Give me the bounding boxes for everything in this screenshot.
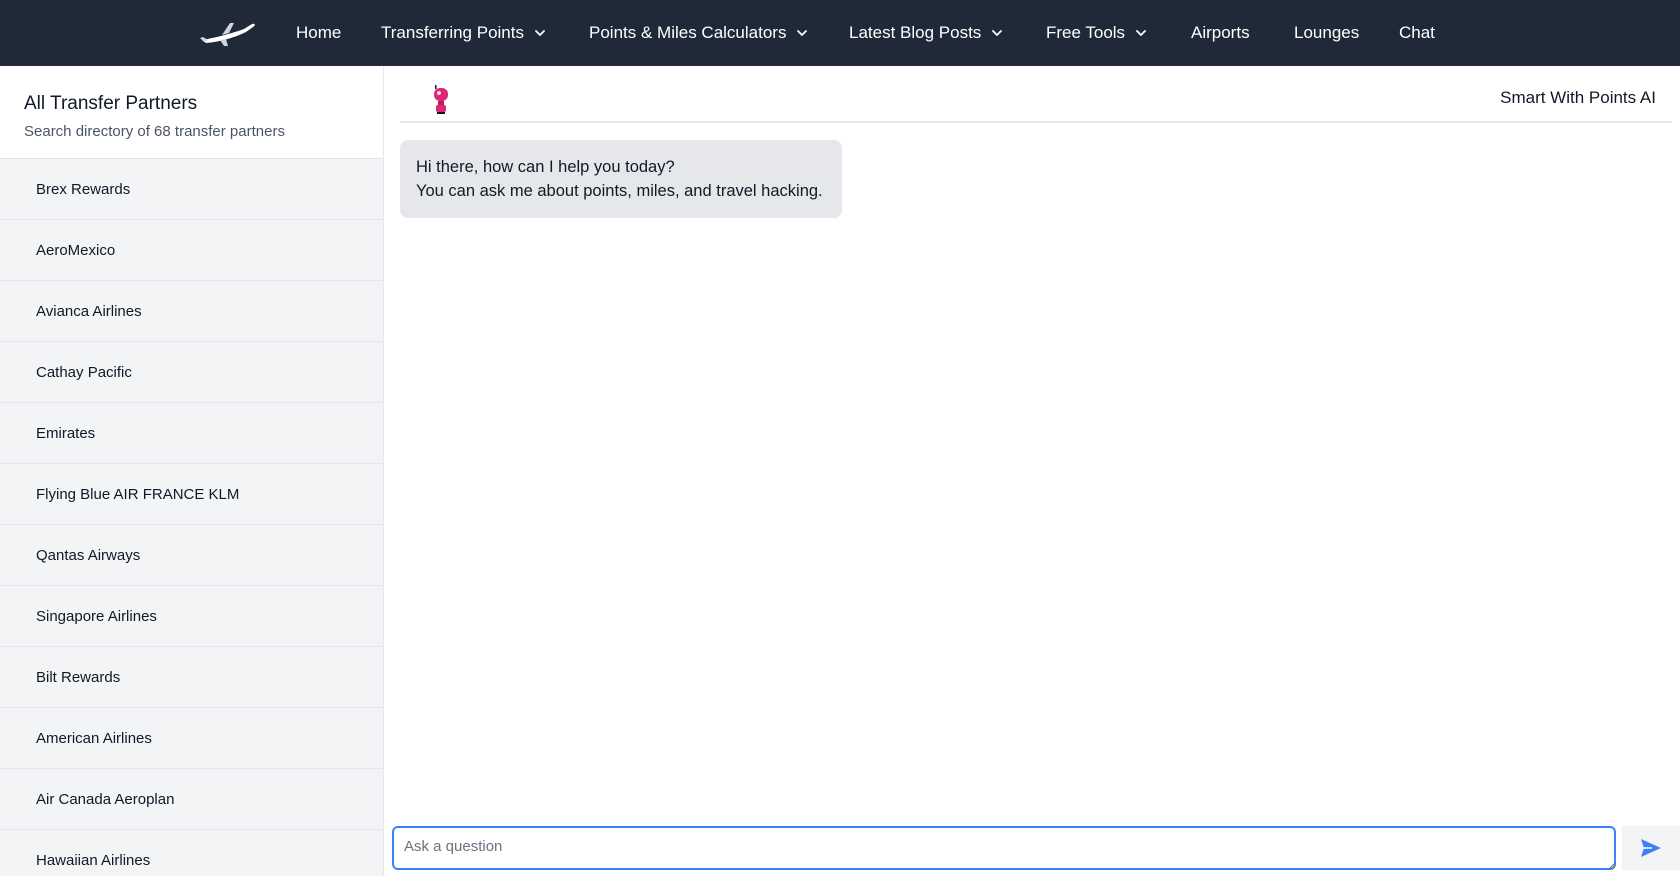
partner-label: Bilt Rewards	[36, 668, 121, 686]
partner-label: AeroMexico	[36, 241, 116, 259]
partner-item-air-canada[interactable]: Air Canada Aeroplan	[0, 769, 383, 830]
partner-item-cathay-pacific[interactable]: Cathay Pacific	[0, 342, 383, 403]
nav-airports[interactable]: Airports	[1191, 0, 1250, 66]
top-navbar: Home Transferring Points Points & Miles …	[0, 0, 1680, 66]
partner-label: Qantas Airways	[36, 546, 141, 564]
chevron-down-icon	[797, 30, 808, 36]
partner-label: Air Canada Aeroplan	[36, 790, 175, 808]
nav-lounges[interactable]: Lounges	[1294, 0, 1359, 66]
partner-item-bilt-rewards[interactable]: Bilt Rewards	[0, 647, 383, 708]
sidebar-title: All Transfer Partners	[24, 93, 198, 114]
nav-lounges-label: Lounges	[1294, 23, 1360, 42]
partner-label: Flying Blue AIR FRANCE KLM	[36, 485, 240, 503]
chevron-down-icon	[535, 30, 545, 36]
chat-question-input[interactable]	[392, 826, 1616, 870]
nav-chat-label: Chat	[1399, 23, 1435, 42]
nav-blog-posts-label: Latest Blog Posts	[849, 23, 982, 42]
partner-item-avianca[interactable]: Avianca Airlines	[0, 281, 383, 342]
chat-panel: Smart With Points AI Hi there, how can I…	[384, 66, 1680, 876]
nav-transferring-points-label: Transferring Points	[381, 23, 524, 42]
nav-free-tools[interactable]: Free Tools	[1046, 0, 1148, 66]
send-icon	[1641, 839, 1661, 857]
resize-handle-icon[interactable]	[1606, 860, 1616, 870]
partner-label: Singapore Airlines	[36, 607, 157, 625]
partner-item-qantas[interactable]: Qantas Airways	[0, 525, 383, 586]
assistant-message-line: You can ask me about points, miles, and …	[416, 182, 823, 200]
send-button[interactable]	[1622, 826, 1680, 870]
robot-avatar-icon	[434, 85, 448, 114]
chevron-down-icon	[1136, 30, 1146, 36]
nav-calculators[interactable]: Points & Miles Calculators	[589, 0, 809, 66]
assistant-message-line: Hi there, how can I help you today?	[416, 158, 675, 176]
chat-title: Smart With Points AI	[1500, 88, 1656, 107]
chat-header: Smart With Points AI	[400, 66, 1672, 123]
nav-airports-label: Airports	[1191, 23, 1250, 42]
sidebar-subtitle: Search directory of 68 transfer partners	[24, 123, 285, 140]
partner-label: Hawaiian Airlines	[36, 851, 151, 869]
nav-calculators-label: Points & Miles Calculators	[589, 23, 787, 42]
partner-item-flying-blue[interactable]: Flying Blue AIR FRANCE KLM	[0, 464, 383, 525]
nav-home-label: Home	[296, 23, 342, 42]
partner-item-hawaiian-airlines[interactable]: Hawaiian Airlines	[0, 830, 383, 876]
airplane-logo-icon[interactable]	[200, 18, 256, 48]
chevron-down-icon	[992, 30, 1003, 36]
partner-item-aeromexico[interactable]: AeroMexico	[0, 220, 383, 281]
partner-item-brex-rewards[interactable]: Brex Rewards	[0, 159, 383, 220]
partner-item-emirates[interactable]: Emirates	[0, 403, 383, 464]
partner-label: American Airlines	[36, 729, 152, 747]
transfer-partners-sidebar: All Transfer Partners Search directory o…	[0, 66, 384, 876]
nav-home[interactable]: Home	[296, 0, 341, 66]
partner-label: Avianca Airlines	[36, 302, 142, 320]
nav-blog-posts[interactable]: Latest Blog Posts	[849, 0, 1004, 66]
sidebar-header: All Transfer Partners Search directory o…	[0, 66, 383, 159]
partner-item-american-airlines[interactable]: American Airlines	[0, 708, 383, 769]
nav-free-tools-label: Free Tools	[1046, 23, 1126, 42]
nav-chat[interactable]: Chat	[1399, 0, 1435, 66]
partner-label: Brex Rewards	[36, 180, 131, 198]
partner-label: Cathay Pacific	[36, 363, 132, 381]
assistant-message-bubble: Hi there, how can I help you today? You …	[400, 140, 842, 218]
nav-transferring-points[interactable]: Transferring Points	[381, 0, 547, 66]
partner-item-singapore-airlines[interactable]: Singapore Airlines	[0, 586, 383, 647]
partner-label: Emirates	[36, 424, 96, 442]
